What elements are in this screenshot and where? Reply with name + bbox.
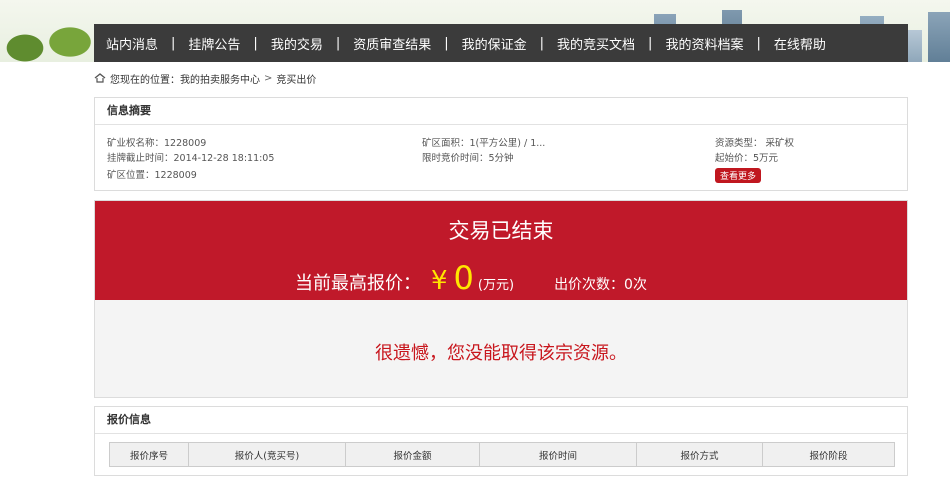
listing-deadline: 挂牌截止时间：2014-12-28 18:11:05 [107, 153, 275, 164]
nav-separator: | [253, 35, 258, 51]
nav-item-online-help[interactable]: 在线帮助 [774, 34, 826, 53]
mine-location: 矿区位置：1228009 [107, 170, 197, 181]
nav-item-my-deposit[interactable]: 我的保证金 [462, 34, 527, 53]
price-unit: (万元) [477, 278, 515, 293]
column-header-bid-number: 报价序号 [109, 442, 189, 467]
auction-result-banner: 交易已结束 当前最高报价： ¥ 0 (万元) 出价次数：0次 [95, 201, 907, 300]
nav-item-bid-documents[interactable]: 我的竞买文档 [557, 34, 635, 53]
home-icon [94, 73, 106, 83]
nav-separator: | [648, 35, 653, 51]
start-price: 起始价：5万元 [715, 153, 779, 164]
column-header-bid-time: 报价时间 [479, 442, 637, 467]
result-message: 很遗憾，您没能取得该宗资源。 [375, 343, 627, 364]
license-name: 矿业权名称：1228009 [107, 138, 207, 149]
nav-item-messages[interactable]: 站内消息 [106, 34, 158, 53]
nav-separator: | [444, 35, 449, 51]
nav-separator: | [171, 35, 176, 51]
current-price-row: 当前最高报价： ¥ 0 (万元) 出价次数：0次 [295, 259, 647, 297]
main-nav: 站内消息 | 挂牌公告 | 我的交易 | 资质审查结果 | 我的保证金 | 我的… [94, 24, 908, 62]
mine-area: 矿区面积：1(平方公里) / 1... [422, 138, 546, 149]
column-header-bid-amount: 报价金额 [345, 442, 480, 467]
breadcrumb-arrow-icon: > [264, 72, 273, 84]
breadcrumb-current: 竞买出价 [276, 74, 317, 86]
nav-separator: | [335, 35, 341, 51]
auction-message-area: 很遗憾，您没能取得该宗资源。 [95, 300, 907, 397]
nav-item-my-archive[interactable]: 我的资料档案 [665, 34, 743, 53]
bid-info-panel: 报价信息 报价序号 报价人(竞买号) 报价金额 报价时间 报价方式 报价阶段 [94, 406, 908, 476]
yen-currency-symbol: ¥ [431, 266, 448, 296]
bid-table-header-row: 报价序号 报价人(竞买号) 报价金额 报价时间 报价方式 报价阶段 [109, 442, 895, 467]
view-more-button[interactable]: 查看更多 [715, 168, 762, 183]
auction-status-panel: 交易已结束 当前最高报价： ¥ 0 (万元) 出价次数：0次 很遗憾，您没能取得… [94, 200, 908, 398]
bid-time-limit: 限时竞价时间：5分钟 [422, 153, 514, 164]
breadcrumb-prefix: 您现在的位置： [110, 74, 180, 86]
info-summary-title: 信息摘要 [95, 98, 907, 125]
nav-item-my-trades[interactable]: 我的交易 [271, 34, 323, 53]
resource-type: 资源类型： 采矿权 [715, 138, 795, 149]
info-summary-panel: 信息摘要 矿业权名称：1228009 挂牌截止时间：2014-12-28 18:… [94, 97, 908, 191]
nav-item-listings[interactable]: 挂牌公告 [188, 34, 240, 53]
breadcrumb: 您现在的位置： 我的拍卖服务中心 > 竞买出价 [94, 70, 316, 86]
info-summary-body: 矿业权名称：1228009 挂牌截止时间：2014-12-28 18:11:05… [95, 125, 907, 191]
header-banner: 站内消息 | 挂牌公告 | 我的交易 | 资质审查结果 | 我的保证金 | 我的… [0, 0, 950, 62]
current-price-value: 0 [453, 259, 474, 297]
current-price-label: 当前最高报价： [295, 273, 421, 294]
bid-count: 出价次数：0次 [554, 277, 647, 293]
nav-item-qualification-results[interactable]: 资质审查结果 [353, 34, 431, 53]
nav-separator: | [539, 35, 545, 51]
column-header-bid-stage: 报价阶段 [762, 442, 895, 467]
column-header-bidder: 报价人(竞买号) [188, 442, 346, 467]
bid-info-title: 报价信息 [95, 407, 907, 434]
column-header-bid-method: 报价方式 [636, 442, 763, 467]
trade-ended-heading: 交易已结束 [448, 219, 554, 243]
breadcrumb-link-service-center[interactable]: 我的拍卖服务中心 [180, 71, 260, 86]
bid-table: 报价序号 报价人(竞买号) 报价金额 报价时间 报价方式 报价阶段 [109, 442, 895, 467]
nav-separator: | [756, 35, 761, 51]
